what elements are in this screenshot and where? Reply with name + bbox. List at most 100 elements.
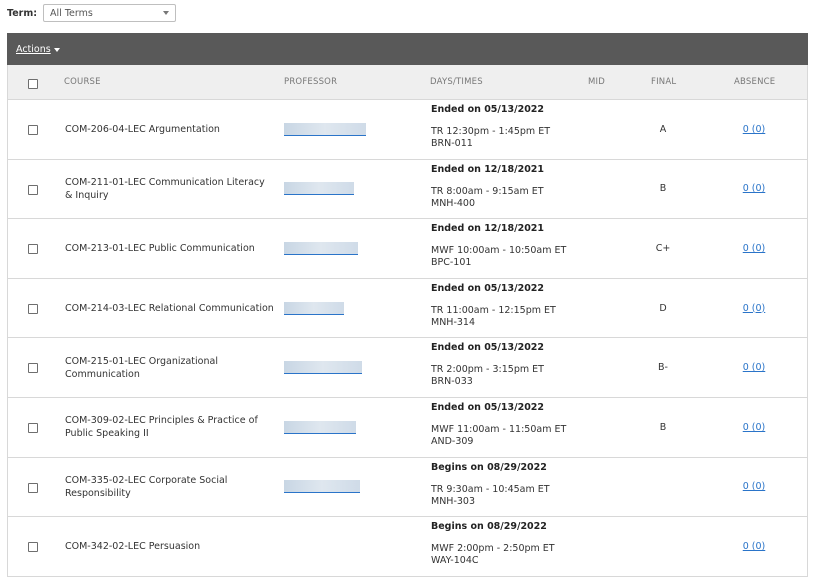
professor-name-redacted — [284, 420, 356, 434]
professor-link[interactable] — [284, 338, 362, 397]
schedule: TR 9:30am - 10:45am ET — [431, 483, 550, 495]
course-status: Begins on 08/29/2022 — [431, 521, 547, 533]
course-status: Ended on 12/18/2021 — [431, 223, 545, 235]
column-header-absence[interactable]: ABSENCE — [734, 77, 775, 87]
term-label: Term: — [7, 7, 38, 19]
actions-label: Actions — [16, 43, 51, 55]
absence-link[interactable]: 0 (0) — [743, 362, 766, 373]
mid-grade — [575, 458, 625, 517]
room: AND-309 — [431, 435, 474, 447]
mid-grade — [575, 219, 625, 278]
mid-grade — [575, 338, 625, 397]
days-times: Begins on 08/29/2022 MWF 2:00pm - 2:50pm… — [431, 521, 555, 567]
professor-name-redacted — [284, 182, 354, 196]
schedule: TR 12:30pm - 1:45pm ET — [431, 126, 550, 137]
days-times: Begins on 08/29/2022 TR 9:30am - 10:45am… — [431, 462, 550, 508]
days-times: Ended on 05/13/2022 TR 2:00pm - 3:15pm E… — [431, 342, 544, 388]
absence-link[interactable]: 0 (0) — [743, 124, 766, 135]
actions-toolbar: Actions — [7, 33, 808, 65]
schedule: TR 2:00pm - 3:15pm ET — [431, 364, 544, 376]
actions-menu-button[interactable]: Actions — [16, 44, 60, 55]
professor-name-redacted — [284, 122, 366, 136]
table-row: COM-213-01-LEC Public Communication Ende… — [8, 219, 807, 279]
room: WAY-104C — [431, 555, 479, 567]
course-name: COM-335-02-LEC Corporate Social Responsi… — [65, 474, 228, 499]
final-grade: B — [659, 183, 667, 195]
professor-name-redacted — [284, 480, 360, 494]
professor-name-redacted — [284, 301, 344, 315]
mid-grade — [575, 279, 625, 338]
column-header-final[interactable]: FINAL — [651, 77, 676, 87]
final-grade: A — [659, 123, 667, 135]
room: MNH-400 — [431, 197, 476, 209]
room: MNH-314 — [431, 316, 476, 328]
absence-cell: 0 (0) — [724, 517, 784, 576]
absence-link[interactable]: 0 (0) — [743, 481, 766, 492]
schedule: TR 8:00am - 9:15am ET — [431, 185, 544, 197]
final-grade — [638, 458, 688, 517]
absence-link[interactable]: 0 (0) — [743, 303, 766, 314]
final-grade: C+ — [655, 242, 671, 254]
row-checkbox[interactable] — [28, 125, 38, 135]
course-name: COM-342-02-LEC Persuasion — [65, 540, 201, 552]
schedule: MWF 11:00am - 11:50am ET — [431, 423, 567, 435]
grid-header: COURSE PROFESSOR DAYS/TIMES MID FINAL AB… — [8, 65, 807, 100]
professor-link[interactable] — [284, 458, 360, 517]
table-row: COM-342-02-LEC Persuasion Begins on 08/2… — [8, 517, 807, 577]
professor-link[interactable] — [284, 398, 356, 457]
row-checkbox[interactable] — [28, 482, 38, 493]
column-header-professor[interactable]: PROFESSOR — [284, 77, 337, 87]
course-name: COM-206-04-LEC Argumentation — [65, 123, 220, 135]
row-checkbox[interactable] — [28, 244, 38, 255]
table-row: COM-214-03-LEC Relational Communication … — [8, 278, 807, 339]
absence-cell: 0 (0) — [724, 100, 784, 159]
course-name: COM-309-02-LEC Principles & Practice of … — [65, 415, 258, 440]
professor-name-redacted — [284, 241, 358, 255]
room: BRN-033 — [431, 376, 473, 388]
final-grade: D — [659, 302, 667, 314]
table-row: COM-215-01-LEC Organizational Communicat… — [8, 338, 807, 398]
course-status: Begins on 08/29/2022 — [431, 461, 547, 473]
final-grade: B- — [658, 362, 668, 374]
row-checkbox[interactable] — [28, 422, 38, 433]
final-grade — [638, 517, 688, 576]
table-row: COM-309-02-LEC Principles & Practice of … — [8, 397, 807, 458]
column-header-course[interactable]: COURSE — [64, 77, 101, 87]
absence-link[interactable]: 0 (0) — [743, 183, 766, 194]
professor-link[interactable] — [284, 100, 366, 159]
row-checkbox[interactable] — [28, 542, 38, 553]
column-header-mid[interactable]: MID — [588, 77, 605, 87]
days-times: Ended on 05/13/2022 TR 12:30pm - 1:45pm … — [431, 104, 550, 150]
days-times: Ended on 05/13/2022 TR 11:00am - 12:15pm… — [431, 283, 556, 329]
absence-link[interactable]: 0 (0) — [743, 541, 766, 552]
course-status: Ended on 05/13/2022 — [431, 104, 545, 115]
absence-cell: 0 (0) — [724, 279, 784, 338]
course-name: COM-214-03-LEC Relational Communication — [65, 302, 274, 314]
absence-cell: 0 (0) — [724, 219, 784, 278]
term-select[interactable]: All Terms — [43, 4, 177, 22]
room: BPC-101 — [431, 257, 472, 269]
days-times: Ended on 05/13/2022 MWF 11:00am - 11:50a… — [431, 402, 566, 448]
professor-link[interactable] — [284, 279, 344, 338]
absence-cell: 0 (0) — [724, 160, 784, 219]
column-header-days-times[interactable]: DAYS/TIMES — [430, 77, 483, 87]
absence-link[interactable]: 0 (0) — [743, 243, 766, 254]
mid-grade — [575, 100, 625, 159]
mid-grade — [575, 160, 625, 219]
row-checkbox[interactable] — [28, 184, 38, 195]
absence-cell: 0 (0) — [724, 338, 784, 397]
absence-link[interactable]: 0 (0) — [743, 422, 766, 433]
row-checkbox[interactable] — [28, 363, 38, 374]
mid-grade — [575, 398, 625, 457]
room: MNH-303 — [431, 495, 476, 507]
row-checkbox[interactable] — [28, 303, 38, 314]
professor-link[interactable] — [284, 160, 354, 219]
course-status: Ended on 05/13/2022 — [431, 401, 545, 413]
professor-link[interactable] — [284, 219, 358, 278]
term-select-value: All Terms — [50, 7, 93, 19]
room: BRN-011 — [431, 138, 473, 149]
term-filter: Term: All Terms — [7, 3, 177, 23]
schedule: MWF 10:00am - 10:50am ET — [431, 245, 567, 257]
chevron-down-icon — [163, 11, 170, 15]
select-all-checkbox[interactable] — [28, 79, 38, 89]
